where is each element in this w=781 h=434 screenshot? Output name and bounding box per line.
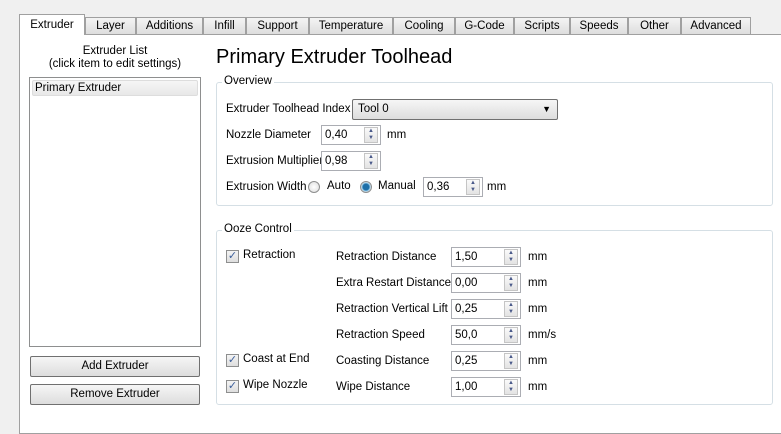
nozzle-diameter-input[interactable]: 0,40 ▲ ▼ — [321, 125, 381, 145]
nozzle-value: 0,40 — [325, 129, 348, 141]
retraction-vertical-lift-label: Retraction Vertical Lift — [336, 303, 448, 315]
manual-radio[interactable] — [360, 181, 372, 193]
nozzle-label: Nozzle Diameter — [226, 129, 311, 141]
coasting-distance-input[interactable]: 0,25 ▲ ▼ — [451, 351, 521, 371]
tab-temperature[interactable]: Temperature — [309, 17, 393, 35]
retraction-vertical-lift-unit: mm — [528, 303, 548, 315]
multiplier-label: Extrusion Multiplier — [226, 155, 324, 167]
remove-extruder-button[interactable]: Remove Extruder — [30, 384, 200, 405]
coasting-distance-value: 0,25 — [455, 355, 478, 367]
extrusion-multiplier-input[interactable]: 0,98 ▲ ▼ — [321, 151, 381, 171]
tab-layer[interactable]: Layer — [85, 17, 136, 35]
extra-restart-distance-input[interactable]: 0,00 ▲ ▼ — [451, 273, 521, 293]
tab-other[interactable]: Other — [628, 17, 681, 35]
spin-arrows-icon[interactable]: ▲ ▼ — [364, 127, 378, 143]
wipe-distance-input[interactable]: 1,00 ▲ ▼ — [451, 377, 521, 397]
list-item[interactable]: Primary Extruder — [32, 80, 198, 96]
spin-arrows-icon[interactable]: ▲ ▼ — [364, 153, 378, 169]
retraction-distance-unit: mm — [528, 251, 548, 263]
tab-scripts[interactable]: Scripts — [514, 17, 570, 35]
width-unit: mm — [487, 181, 507, 193]
tab-additions[interactable]: Additions — [136, 17, 203, 35]
spin-arrows-icon[interactable]: ▲ ▼ — [504, 353, 518, 369]
extra-restart-distance-value: 0,00 — [455, 277, 478, 289]
spin-arrows-icon[interactable]: ▲ ▼ — [466, 179, 480, 195]
extruder-list-title: Extruder List — [82, 45, 148, 57]
extruder-list-heading: Extruder List (click item to edit settin… — [29, 45, 201, 71]
extra-restart-distance-unit: mm — [528, 277, 548, 289]
extrusion-width-input[interactable]: 0,36 ▲ ▼ — [423, 177, 483, 197]
width-value: 0,36 — [427, 181, 450, 193]
retraction-distance-input[interactable]: 1,50 ▲ ▼ — [451, 247, 521, 267]
tab-advanced[interactable]: Advanced — [681, 17, 751, 35]
nozzle-unit: mm — [387, 129, 407, 141]
spin-arrows-icon[interactable]: ▲ ▼ — [504, 301, 518, 317]
retraction-speed-input[interactable]: 50,0 ▲ ▼ — [451, 325, 521, 345]
extruder-list[interactable]: Primary Extruder — [29, 77, 201, 347]
ooze-legend: Ooze Control — [222, 223, 294, 235]
tab-gcode[interactable]: G-Code — [455, 17, 514, 35]
auto-label: Auto — [327, 180, 351, 192]
retraction-distance-label: Retraction Distance — [336, 251, 437, 263]
wipe-nozzle-checkbox[interactable]: ✓ — [226, 380, 239, 393]
chevron-down-icon: ▼ — [542, 104, 551, 114]
add-extruder-button[interactable]: Add Extruder — [30, 356, 200, 377]
spin-arrows-icon[interactable]: ▲ ▼ — [504, 327, 518, 343]
retraction-vertical-lift-input[interactable]: 0,25 ▲ ▼ — [451, 299, 521, 319]
spin-arrows-icon[interactable]: ▲ ▼ — [504, 379, 518, 395]
overview-legend: Overview — [222, 75, 274, 87]
width-label: Extrusion Width — [226, 181, 307, 193]
wipe-distance-unit: mm — [528, 381, 548, 393]
wipe-distance-label: Wipe Distance — [336, 381, 411, 393]
tab-cooling[interactable]: Cooling — [393, 17, 455, 35]
toolhead-label: Extruder Toolhead Index — [226, 103, 351, 115]
retraction-speed-value: 50,0 — [455, 329, 478, 341]
retraction-vertical-lift-value: 0,25 — [455, 303, 478, 315]
multiplier-value: 0,98 — [325, 155, 348, 167]
retraction-label: Retraction — [243, 249, 296, 261]
retraction-speed-label: Retraction Speed — [336, 329, 425, 341]
coast-at-end-checkbox[interactable]: ✓ — [226, 354, 239, 367]
tab-infill[interactable]: Infill — [203, 17, 246, 35]
toolhead-value: Tool 0 — [358, 103, 389, 115]
toolhead-select[interactable]: Tool 0 ▼ — [352, 99, 558, 120]
manual-label: Manual — [378, 180, 416, 192]
tab-speeds[interactable]: Speeds — [570, 17, 628, 35]
tab-support[interactable]: Support — [246, 17, 309, 35]
retraction-speed-unit: mm/s — [528, 329, 557, 341]
wipe-distance-value: 1,00 — [455, 381, 478, 393]
coasting-distance-unit: mm — [528, 355, 548, 367]
wipe-nozzle-label: Wipe Nozzle — [243, 379, 308, 391]
auto-radio[interactable] — [308, 181, 320, 193]
spin-arrows-icon[interactable]: ▲ ▼ — [504, 249, 518, 265]
coasting-distance-label: Coasting Distance — [336, 355, 430, 367]
page-title: Primary Extruder Toolhead — [216, 46, 453, 68]
retraction-checkbox[interactable]: ✓ — [226, 250, 239, 263]
extruder-list-hint: (click item to edit settings) — [48, 58, 182, 70]
extra-restart-distance-label: Extra Restart Distance — [336, 277, 452, 289]
tab-extruder[interactable]: Extruder — [19, 14, 85, 35]
spin-arrows-icon[interactable]: ▲ ▼ — [504, 275, 518, 291]
retraction-distance-value: 1,50 — [455, 251, 478, 263]
coast-at-end-label: Coast at End — [243, 353, 310, 365]
